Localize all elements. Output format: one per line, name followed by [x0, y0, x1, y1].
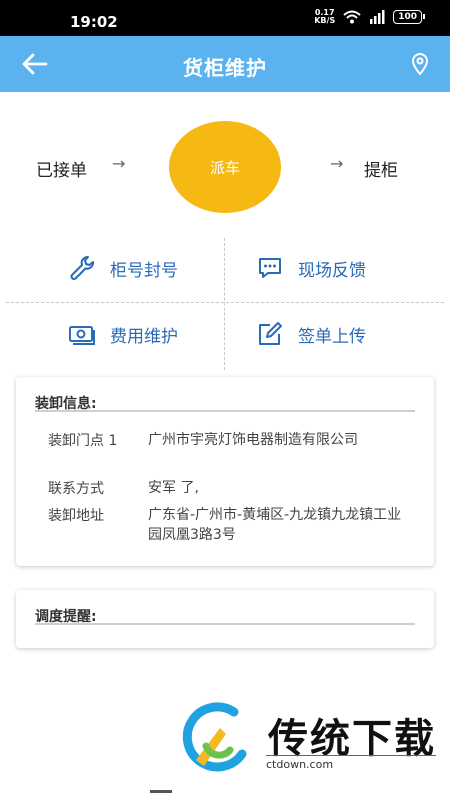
arrow-right-icon: →	[112, 154, 126, 173]
app-bar: 货柜维护	[0, 36, 450, 92]
watermark: 传统下载 ctdown.com	[176, 700, 436, 780]
grid-divider-vertical	[224, 238, 225, 370]
signal-icon	[370, 10, 385, 24]
loading-info-card: 装卸信息: 装卸门点 1 广州市宇亮灯饰电器制造有限公司 联系方式 安军 了, …	[16, 377, 434, 566]
location-button[interactable]	[408, 52, 432, 76]
grid-divider-horizontal	[6, 302, 444, 303]
card-divider	[35, 623, 415, 625]
page-title: 货柜维护	[183, 56, 267, 80]
wifi-icon	[343, 10, 361, 24]
info-row: 装卸门点 1 广州市宇亮灯饰电器制造有限公司	[48, 430, 406, 450]
action-label: 费用维护	[110, 326, 178, 347]
info-row: 装卸地址 广东省-广州市-黄埔区-九龙镇九龙镇工业园凤凰3路3号	[48, 505, 406, 545]
map-pin-icon	[411, 53, 429, 76]
status-time: 19:02	[70, 13, 118, 31]
net-speed: 0.17 KB/S	[314, 8, 336, 25]
home-indicator	[150, 790, 172, 793]
watermark-url: ctdown.com	[266, 758, 334, 771]
info-key: 装卸地址	[48, 508, 104, 524]
info-row: 联系方式 安军 了,	[48, 478, 406, 498]
info-value: 安军 了,	[148, 480, 199, 496]
status-bar: 19:02 0.17 KB/S 100	[0, 0, 450, 36]
sign-upload-button[interactable]: 签单上传	[256, 320, 366, 348]
arrow-right-icon: →	[330, 154, 344, 173]
status-icons: 0.17 KB/S 100	[314, 8, 425, 25]
action-label: 签单上传	[298, 326, 366, 347]
action-grid: 柜号封号 现场反馈 费用维护 签单上传	[6, 238, 444, 370]
action-label: 柜号封号	[110, 260, 178, 281]
info-key: 联系方式	[48, 481, 104, 497]
info-key: 装卸门点 1	[48, 433, 118, 449]
chat-bubble-icon	[259, 258, 281, 278]
info-value: 广州市宇亮灯饰电器制造有限公司	[148, 432, 358, 448]
fee-maintenance-button[interactable]: 费用维护	[68, 320, 178, 348]
progress-steps: 已接单 → 派车 → 提柜	[0, 92, 450, 238]
watermark-rule	[266, 755, 436, 756]
action-label: 现场反馈	[298, 260, 366, 281]
edit-icon	[259, 322, 282, 345]
wrench-icon	[70, 256, 95, 280]
battery-icon: 100	[393, 10, 425, 24]
info-value: 广东省-广州市-黄埔区-九龙镇九龙镇工业园凤凰3路3号	[148, 507, 402, 543]
step-accepted: 已接单	[36, 161, 87, 181]
container-seal-button[interactable]: 柜号封号	[68, 254, 178, 282]
money-icon	[69, 326, 95, 345]
watermark-logo-icon	[182, 702, 247, 772]
card-divider	[35, 410, 415, 412]
dispatch-reminder-card: 调度提醒:	[16, 590, 434, 648]
site-feedback-button[interactable]: 现场反馈	[256, 254, 366, 282]
step-pickup: 提柜	[364, 161, 398, 181]
dispatch-button[interactable]: 派车	[169, 121, 281, 213]
